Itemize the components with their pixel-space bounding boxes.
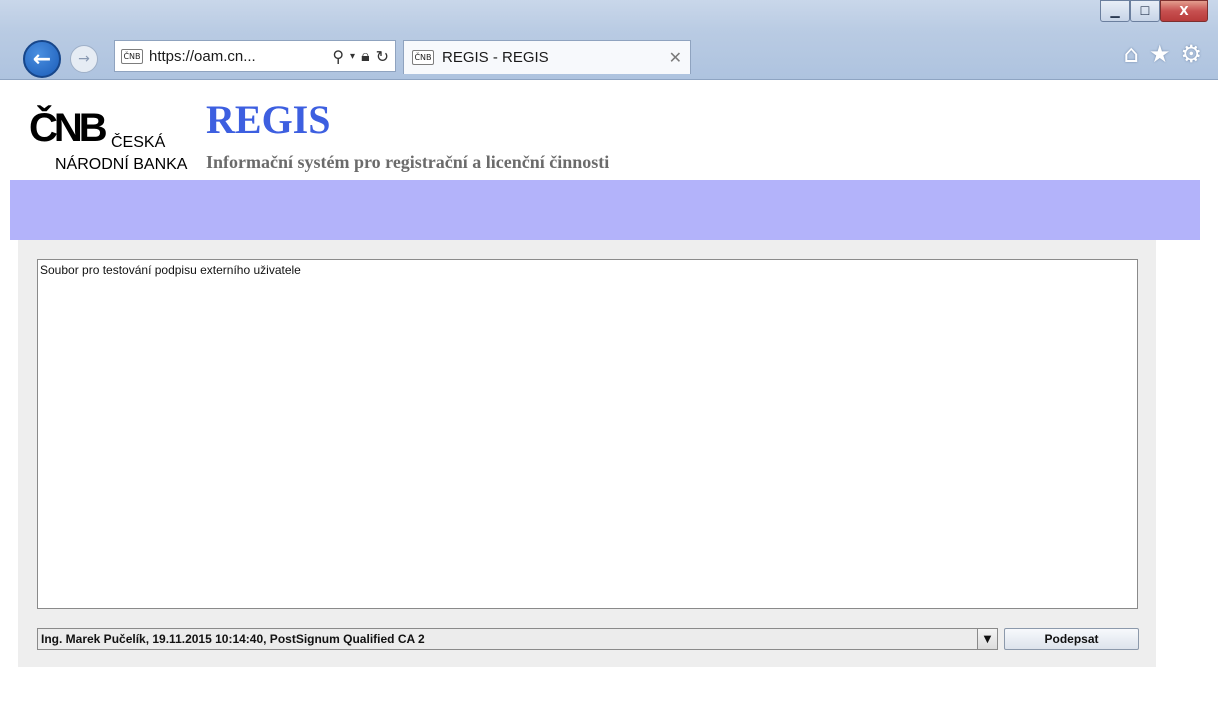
site-favicon-icon: ČNB [121, 48, 143, 64]
maximize-icon: ☐ [1139, 4, 1151, 18]
close-icon: X [1179, 4, 1189, 18]
tab-regis[interactable]: ČNB REGIS - REGIS ✕ [403, 40, 691, 74]
maximize-button[interactable]: ☐ [1130, 0, 1160, 22]
app-title: REGIS [206, 97, 331, 142]
dropdown-arrow-icon[interactable]: ▾ [350, 51, 355, 62]
logo-mark: ČNB [29, 106, 108, 150]
chevron-down-icon[interactable]: ▼ [977, 629, 997, 649]
tab-favicon-icon: ČNB [412, 50, 434, 65]
sign-button[interactable]: Podepsat [1004, 628, 1139, 650]
forward-button[interactable]: → [70, 45, 98, 73]
minimize-button[interactable]: ▁ [1100, 0, 1130, 22]
star-icon[interactable]: ★ [1149, 40, 1171, 68]
browser-toolbar: ⌂ ★ ⚙ [1124, 40, 1202, 68]
page-content: ČNB ČESKÁ NÁRODNÍ BANKA REGIS Informační… [10, 80, 1200, 722]
tab-title: REGIS - REGIS [442, 49, 549, 66]
lock-icon[interactable]: 🔒︎ [361, 46, 370, 66]
header-banner [10, 180, 1200, 240]
logo-text-line1: ČESKÁ [111, 134, 166, 151]
minimize-icon: ▁ [1110, 4, 1120, 18]
page-header: ČNB ČESKÁ NÁRODNÍ BANKA REGIS Informační… [10, 80, 1200, 180]
cnb-logo: ČNB ČESKÁ NÁRODNÍ BANKA [29, 104, 199, 174]
app-subtitle: Informační systém pro registrační a lice… [206, 152, 610, 172]
window-controls: ▁ ☐ X [1100, 0, 1208, 26]
tab-close-icon[interactable]: ✕ [669, 48, 682, 67]
close-button[interactable]: X [1160, 0, 1208, 22]
certificate-select[interactable]: Ing. Marek Pučelík, 19.11.2015 10:14:40,… [37, 628, 998, 650]
forward-arrow-icon: → [78, 51, 90, 67]
home-icon[interactable]: ⌂ [1124, 40, 1139, 68]
search-icon[interactable]: ⚲ [332, 47, 344, 66]
back-arrow-icon: ← [32, 46, 52, 72]
address-url[interactable]: https://oam.cn... [149, 48, 326, 65]
browser-chrome: ▁ ☐ X ← → ČNB https://oam.cn... ⚲ ▾ 🔒︎ ↻… [0, 0, 1218, 80]
logo-text-line2: NÁRODNÍ BANKA [55, 156, 188, 173]
certificate-value: Ing. Marek Pučelík, 19.11.2015 10:14:40,… [41, 632, 425, 646]
document-text-area[interactable]: Soubor pro testování podpisu externího u… [37, 259, 1138, 609]
signing-applet: Soubor pro testování podpisu externího u… [18, 240, 1156, 667]
refresh-icon[interactable]: ↻ [376, 47, 389, 66]
gear-icon[interactable]: ⚙ [1180, 40, 1202, 68]
back-button[interactable]: ← [23, 40, 61, 78]
address-bar[interactable]: ČNB https://oam.cn... ⚲ ▾ 🔒︎ ↻ [114, 40, 396, 72]
